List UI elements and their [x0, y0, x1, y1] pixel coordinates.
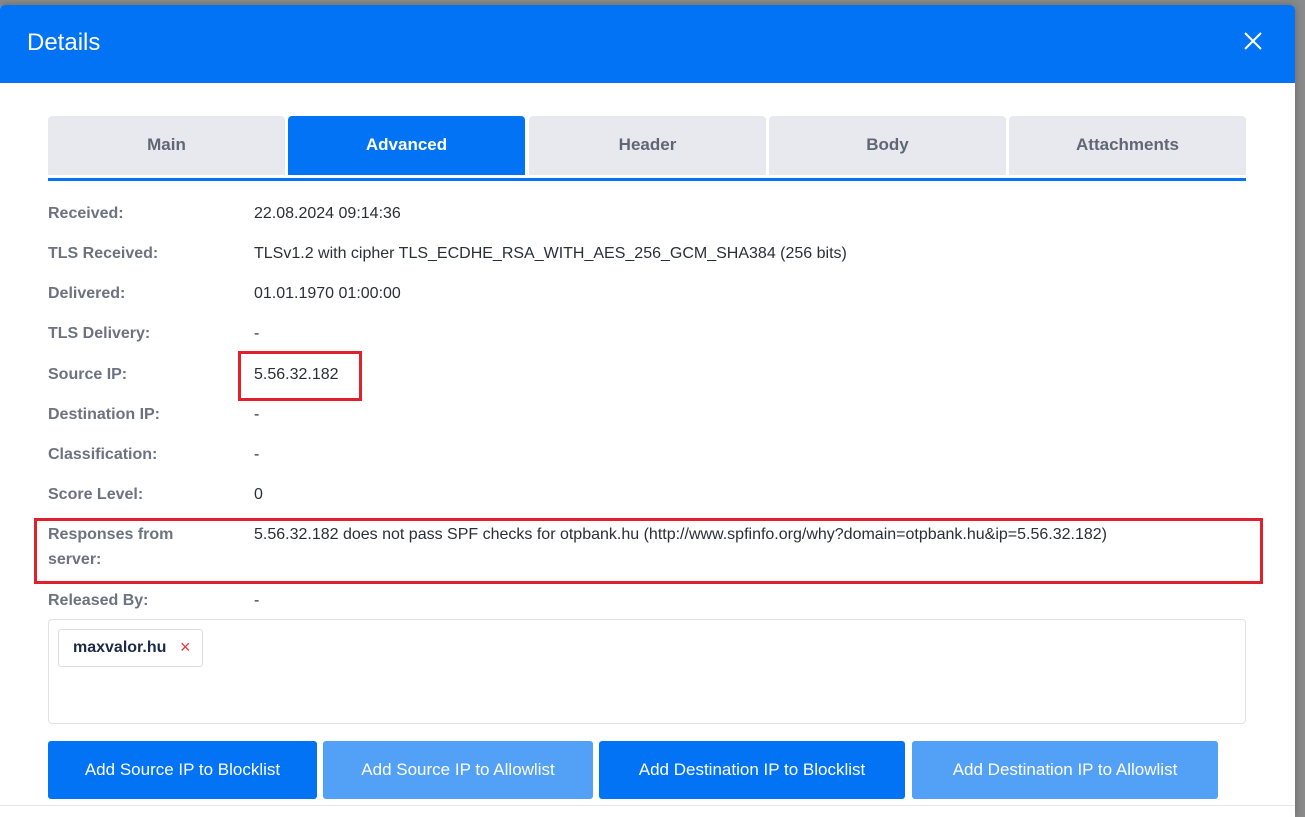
- add-destination-ip-blocklist-button[interactable]: Add Destination IP to Blocklist: [599, 741, 905, 799]
- responses-highlight-box: [34, 518, 1263, 584]
- classification-value: -: [254, 446, 260, 463]
- tag-chip: maxvalor.hu ×: [58, 629, 203, 667]
- tag-label: maxvalor.hu: [73, 639, 167, 656]
- close-icon[interactable]: [1238, 26, 1268, 56]
- add-destination-ip-allowlist-button[interactable]: Add Destination IP to Allowlist: [912, 741, 1218, 799]
- tls-delivery-label: TLS Delivery:: [48, 325, 151, 342]
- tab-bar: Main Advanced Header Body Attachments: [48, 116, 1246, 181]
- destination-ip-label: Destination IP:: [48, 406, 161, 423]
- tab-main[interactable]: Main: [48, 116, 285, 175]
- tls-received-label: TLS Received:: [48, 245, 159, 262]
- tab-advanced[interactable]: Advanced: [288, 116, 525, 175]
- modal-title: Details: [27, 29, 101, 56]
- modal-header: Details: [0, 5, 1295, 83]
- received-label: Received:: [48, 205, 124, 222]
- tls-received-value: TLSv1.2 with cipher TLS_ECDHE_RSA_WITH_A…: [254, 245, 847, 262]
- tab-attachments[interactable]: Attachments: [1009, 116, 1246, 175]
- add-source-ip-blocklist-button[interactable]: Add Source IP to Blocklist: [48, 741, 317, 799]
- source-ip-label: Source IP:: [48, 366, 128, 383]
- released-by-tags-input[interactable]: maxvalor.hu ×: [48, 619, 1246, 724]
- score-level-label: Score Level:: [48, 486, 144, 503]
- tab-header[interactable]: Header: [529, 116, 766, 175]
- details-modal: Details Main Advanced Header Body Attach…: [0, 5, 1295, 817]
- tab-body[interactable]: Body: [769, 116, 1006, 175]
- received-value: 22.08.2024 09:14:36: [254, 205, 401, 222]
- delivered-label: Delivered:: [48, 285, 126, 302]
- released-by-label: Released By:: [48, 592, 149, 609]
- add-source-ip-allowlist-button[interactable]: Add Source IP to Allowlist: [323, 741, 593, 799]
- source-ip-highlight-box: [238, 351, 362, 401]
- footer-divider: [0, 805, 1295, 806]
- delivered-value: 01.01.1970 01:00:00: [254, 285, 401, 302]
- destination-ip-value: -: [254, 406, 260, 423]
- tls-delivery-value: -: [254, 325, 260, 342]
- classification-label: Classification:: [48, 446, 158, 463]
- score-level-value: 0: [254, 486, 263, 503]
- remove-tag-icon[interactable]: ×: [180, 637, 191, 658]
- released-by-value: -: [254, 592, 260, 609]
